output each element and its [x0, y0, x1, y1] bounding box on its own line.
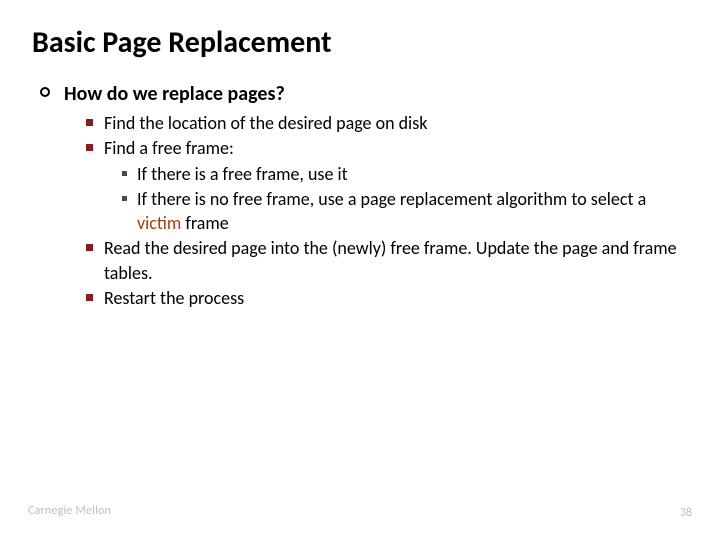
bullet-text: Find the location of the desired page on… — [104, 111, 427, 135]
slide-title: Basic Page Replacement — [32, 24, 688, 61]
square-bullet-icon — [86, 244, 93, 251]
list-item: Read the desired page into the (newly) f… — [86, 236, 688, 285]
hollow-circle-icon — [40, 87, 50, 97]
list-item: If there is a free frame, use it — [122, 162, 688, 186]
question-text: How do we replace pages? — [64, 81, 285, 107]
bullet-text: Find a free frame: — [104, 136, 234, 160]
victim-word: victim — [137, 212, 181, 234]
bullet-text: Restart the process — [104, 286, 244, 310]
sub-bullet-text: If there is no free frame, use a page re… — [137, 187, 688, 236]
page-number: 38 — [680, 506, 692, 520]
list-item: Find the location of the desired page on… — [86, 111, 688, 135]
small-square-bullet-icon — [122, 196, 127, 201]
square-bullet-icon — [86, 119, 93, 126]
sub-bullet-pre: If there is no free frame, use a page re… — [137, 188, 646, 210]
square-bullet-icon — [86, 144, 93, 151]
small-square-bullet-icon — [122, 171, 127, 176]
square-bullet-icon — [86, 294, 93, 301]
bullet-text: Read the desired page into the (newly) f… — [104, 236, 688, 285]
list-item: How do we replace pages? — [32, 81, 688, 107]
sub-bullet-text: If there is a free frame, use it — [137, 162, 348, 186]
list-item: Restart the process — [86, 286, 688, 310]
list-item: If there is no free frame, use a page re… — [122, 187, 688, 236]
institution-label: Carnegie Mellon — [28, 504, 111, 518]
slide: Basic Page Replacement How do we replace… — [0, 0, 720, 540]
sub-bullet-post: frame — [181, 212, 228, 234]
list-item: Find a free frame: — [86, 136, 688, 160]
